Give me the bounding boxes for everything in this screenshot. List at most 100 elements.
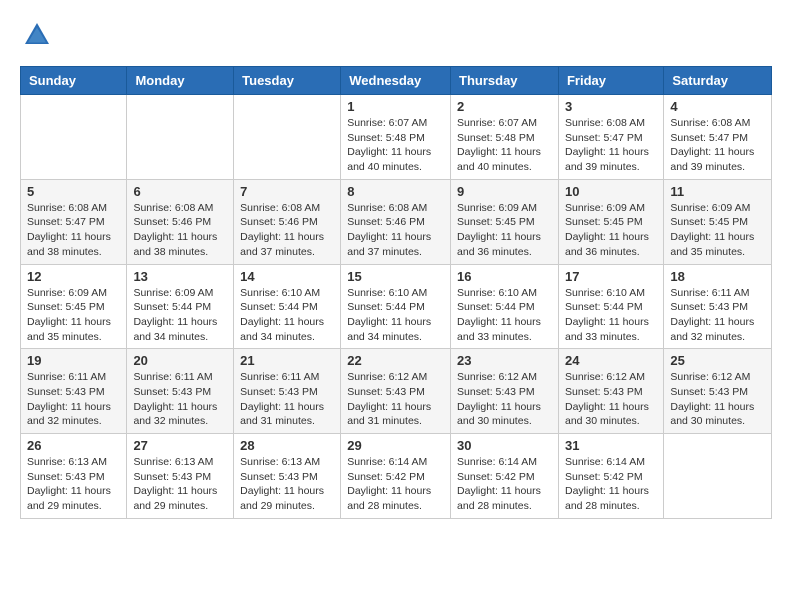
day-cell: 14Sunrise: 6:10 AM Sunset: 5:44 PM Dayli…	[234, 264, 341, 349]
day-cell: 9 Sunrise: 6:09 AM Sunset: 5:45 PM Daylig…	[451, 179, 559, 264]
day-info: Sunrise: 6:11 AM Sunset: 5:43 PM Dayligh…	[27, 370, 120, 429]
day-number: 31	[565, 438, 657, 453]
week-row-5: 26 Sunrise: 6:13 AM Sunset: 5:43 PM Dayli…	[21, 434, 772, 519]
day-number: 1	[347, 99, 444, 114]
day-cell: 8 Sunrise: 6:08 AM Sunset: 5:46 PM Daylig…	[341, 179, 451, 264]
day-info: Sunrise: 6:14 AM Sunset: 5:42 PM Dayligh…	[457, 455, 552, 514]
day-cell: 5Sunrise: 6:08 AM Sunset: 5:47 PM Daylig…	[21, 179, 127, 264]
day-info: Sunrise: 6:11 AM Sunset: 5:43 PM Dayligh…	[133, 370, 227, 429]
day-number: 28	[240, 438, 334, 453]
day-info: Sunrise: 6:09 AM Sunset: 5:45 PM Dayligh…	[27, 286, 120, 345]
day-number: 20	[133, 353, 227, 368]
weekday-header-thursday: Thursday	[451, 67, 559, 95]
day-number: 4	[670, 99, 765, 114]
calendar-table: SundayMondayTuesdayWednesdayThursdayFrid…	[20, 66, 772, 519]
day-number: 10	[565, 184, 657, 199]
day-cell: 6 Sunrise: 6:08 AM Sunset: 5:46 PM Daylig…	[127, 179, 234, 264]
day-cell: 26 Sunrise: 6:13 AM Sunset: 5:43 PM Dayli…	[21, 434, 127, 519]
day-number: 23	[457, 353, 552, 368]
day-info: Sunrise: 6:10 AM Sunset: 5:44 PM Dayligh…	[565, 286, 657, 345]
day-number: 15	[347, 269, 444, 284]
week-row-2: 5Sunrise: 6:08 AM Sunset: 5:47 PM Daylig…	[21, 179, 772, 264]
day-cell: 19 Sunrise: 6:11 AM Sunset: 5:43 PM Dayli…	[21, 349, 127, 434]
day-info: Sunrise: 6:07 AM Sunset: 5:48 PM Dayligh…	[457, 116, 552, 175]
day-info: Sunrise: 6:12 AM Sunset: 5:43 PM Dayligh…	[457, 370, 552, 429]
day-number: 8	[347, 184, 444, 199]
day-number: 18	[670, 269, 765, 284]
day-cell: 15 Sunrise: 6:10 AM Sunset: 5:44 PM Dayli…	[341, 264, 451, 349]
day-info: Sunrise: 6:09 AM Sunset: 5:45 PM Dayligh…	[565, 201, 657, 260]
day-cell: 3 Sunrise: 6:08 AM Sunset: 5:47 PM Daylig…	[558, 95, 663, 180]
day-cell: 29Sunrise: 6:14 AM Sunset: 5:42 PM Dayli…	[341, 434, 451, 519]
day-info: Sunrise: 6:13 AM Sunset: 5:43 PM Dayligh…	[240, 455, 334, 514]
day-cell: 21 Sunrise: 6:11 AM Sunset: 5:43 PM Dayli…	[234, 349, 341, 434]
day-number: 17	[565, 269, 657, 284]
day-info: Sunrise: 6:11 AM Sunset: 5:43 PM Dayligh…	[240, 370, 334, 429]
day-number: 19	[27, 353, 120, 368]
day-number: 2	[457, 99, 552, 114]
day-cell: 25 Sunrise: 6:12 AM Sunset: 5:43 PM Dayli…	[664, 349, 772, 434]
day-number: 26	[27, 438, 120, 453]
day-number: 25	[670, 353, 765, 368]
day-cell: 23 Sunrise: 6:12 AM Sunset: 5:43 PM Dayli…	[451, 349, 559, 434]
logo-icon	[22, 20, 52, 50]
day-number: 12	[27, 269, 120, 284]
day-info: Sunrise: 6:09 AM Sunset: 5:45 PM Dayligh…	[457, 201, 552, 260]
weekday-header-sunday: Sunday	[21, 67, 127, 95]
day-number: 30	[457, 438, 552, 453]
header	[20, 20, 772, 50]
day-cell: 28 Sunrise: 6:13 AM Sunset: 5:43 PM Dayli…	[234, 434, 341, 519]
day-number: 27	[133, 438, 227, 453]
day-info: Sunrise: 6:08 AM Sunset: 5:47 PM Dayligh…	[670, 116, 765, 175]
day-cell: 12 Sunrise: 6:09 AM Sunset: 5:45 PM Dayli…	[21, 264, 127, 349]
day-info: Sunrise: 6:09 AM Sunset: 5:45 PM Dayligh…	[670, 201, 765, 260]
day-cell: 1 Sunrise: 6:07 AM Sunset: 5:48 PM Daylig…	[341, 95, 451, 180]
week-row-4: 19 Sunrise: 6:11 AM Sunset: 5:43 PM Dayli…	[21, 349, 772, 434]
day-cell: 30 Sunrise: 6:14 AM Sunset: 5:42 PM Dayli…	[451, 434, 559, 519]
weekday-header-row: SundayMondayTuesdayWednesdayThursdayFrid…	[21, 67, 772, 95]
day-info: Sunrise: 6:12 AM Sunset: 5:43 PM Dayligh…	[670, 370, 765, 429]
day-info: Sunrise: 6:10 AM Sunset: 5:44 PM Dayligh…	[347, 286, 444, 345]
day-number: 9	[457, 184, 552, 199]
day-cell: 17 Sunrise: 6:10 AM Sunset: 5:44 PM Dayli…	[558, 264, 663, 349]
day-info: Sunrise: 6:14 AM Sunset: 5:42 PM Dayligh…	[347, 455, 444, 514]
week-row-3: 12 Sunrise: 6:09 AM Sunset: 5:45 PM Dayli…	[21, 264, 772, 349]
day-info: Sunrise: 6:13 AM Sunset: 5:43 PM Dayligh…	[27, 455, 120, 514]
day-info: Sunrise: 6:13 AM Sunset: 5:43 PM Dayligh…	[133, 455, 227, 514]
day-info: Sunrise: 6:12 AM Sunset: 5:43 PM Dayligh…	[565, 370, 657, 429]
day-number: 3	[565, 99, 657, 114]
day-cell: 20 Sunrise: 6:11 AM Sunset: 5:43 PM Dayli…	[127, 349, 234, 434]
day-info: Sunrise: 6:07 AM Sunset: 5:48 PM Dayligh…	[347, 116, 444, 175]
day-number: 24	[565, 353, 657, 368]
day-cell: 7Sunrise: 6:08 AM Sunset: 5:46 PM Daylig…	[234, 179, 341, 264]
weekday-header-saturday: Saturday	[664, 67, 772, 95]
day-cell: 13 Sunrise: 6:09 AM Sunset: 5:44 PM Dayli…	[127, 264, 234, 349]
day-cell: 16 Sunrise: 6:10 AM Sunset: 5:44 PM Dayli…	[451, 264, 559, 349]
day-cell: 31 Sunrise: 6:14 AM Sunset: 5:42 PM Dayli…	[558, 434, 663, 519]
day-info: Sunrise: 6:08 AM Sunset: 5:47 PM Dayligh…	[565, 116, 657, 175]
weekday-header-friday: Friday	[558, 67, 663, 95]
day-info: Sunrise: 6:08 AM Sunset: 5:47 PM Dayligh…	[27, 201, 120, 260]
day-number: 13	[133, 269, 227, 284]
day-info: Sunrise: 6:12 AM Sunset: 5:43 PM Dayligh…	[347, 370, 444, 429]
weekday-header-monday: Monday	[127, 67, 234, 95]
day-info: Sunrise: 6:08 AM Sunset: 5:46 PM Dayligh…	[133, 201, 227, 260]
day-info: Sunrise: 6:14 AM Sunset: 5:42 PM Dayligh…	[565, 455, 657, 514]
day-cell: 2 Sunrise: 6:07 AM Sunset: 5:48 PM Daylig…	[451, 95, 559, 180]
logo	[20, 20, 52, 50]
day-cell	[234, 95, 341, 180]
day-number: 7	[240, 184, 334, 199]
day-number: 6	[133, 184, 227, 199]
day-cell: 24 Sunrise: 6:12 AM Sunset: 5:43 PM Dayli…	[558, 349, 663, 434]
day-number: 21	[240, 353, 334, 368]
day-cell	[21, 95, 127, 180]
day-number: 22	[347, 353, 444, 368]
day-cell: 18 Sunrise: 6:11 AM Sunset: 5:43 PM Dayli…	[664, 264, 772, 349]
day-info: Sunrise: 6:10 AM Sunset: 5:44 PM Dayligh…	[457, 286, 552, 345]
day-info: Sunrise: 6:11 AM Sunset: 5:43 PM Dayligh…	[670, 286, 765, 345]
day-number: 16	[457, 269, 552, 284]
day-info: Sunrise: 6:09 AM Sunset: 5:44 PM Dayligh…	[133, 286, 227, 345]
day-info: Sunrise: 6:08 AM Sunset: 5:46 PM Dayligh…	[347, 201, 444, 260]
weekday-header-tuesday: Tuesday	[234, 67, 341, 95]
day-number: 14	[240, 269, 334, 284]
